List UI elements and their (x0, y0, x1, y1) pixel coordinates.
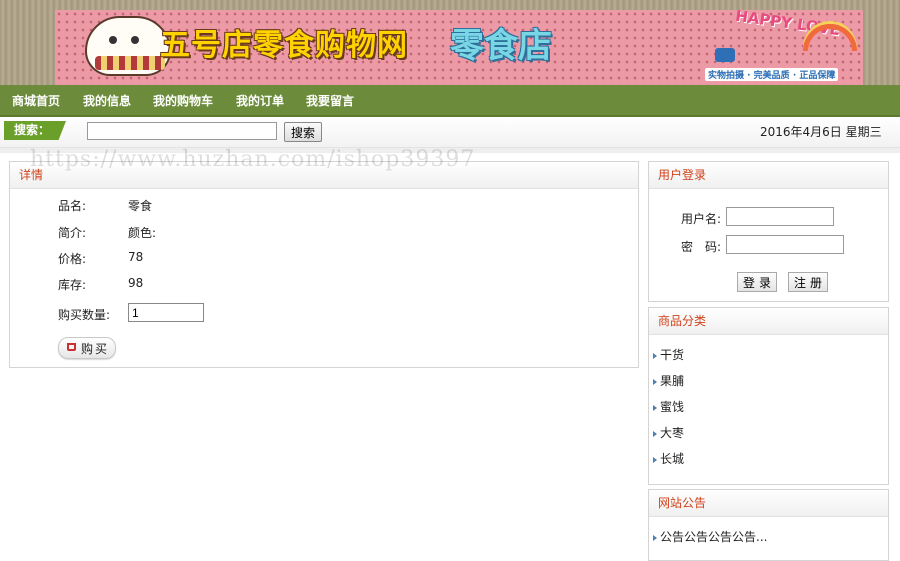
category-panel: 商品分类 干货 果脯 蜜饯 大枣 长城 (648, 307, 889, 485)
mascot-eye-icon (131, 36, 139, 44)
panel-title: 商品分类 (649, 308, 888, 335)
bullet-icon (653, 352, 657, 359)
buy-button[interactable]: 购买 (58, 337, 116, 359)
buy-button-label: 购买 (81, 342, 110, 356)
category-item-label: 果脯 (660, 374, 685, 388)
bullet-icon (653, 456, 657, 463)
login-panel: 用户登录 用户名: 密 码: 登录 注册 (648, 161, 889, 302)
category-item-label: 长城 (660, 452, 685, 466)
intro-value: 颜色: (128, 226, 157, 240)
banner-title: 五号店零食购物网 (160, 28, 408, 63)
category-item-label: 大枣 (660, 426, 685, 440)
search-label: 搜索： (4, 121, 66, 140)
search-button[interactable]: 搜索 (284, 122, 322, 142)
banner-image: 五号店零食购物网 零食店 HAPPY LOVE 实物拍摄 · 完美品质 · 正品… (55, 7, 863, 85)
banner-subtitle: 实物拍摄 · 完美品质 · 正品保障 (705, 68, 839, 81)
stock-value: 98 (128, 276, 144, 290)
category-item[interactable]: 蜜饯 (653, 398, 684, 415)
category-item[interactable]: 大枣 (653, 424, 684, 441)
nav-item-my-info[interactable]: 我的信息 (83, 85, 131, 115)
panel-title: 网站公告 (649, 490, 888, 517)
name-label: 品名: (58, 199, 87, 213)
notice-item[interactable]: 公告公告公告公告... (653, 528, 767, 545)
mascot-scarf-icon (95, 56, 165, 70)
quantity-input[interactable] (128, 303, 204, 322)
nav-item-orders[interactable]: 我的订单 (236, 85, 284, 115)
bullet-icon (653, 430, 657, 437)
username-label: 用户名: (681, 212, 722, 226)
panel-title: 详情 (10, 162, 638, 189)
nav-item-home[interactable]: 商城首页 (12, 85, 60, 115)
product-detail-panel: 详情 品名: 零食 简介: 颜色: 价格: 78 库存: 98 购买数量: 购买 (9, 161, 639, 368)
intro-label: 简介: (58, 226, 87, 240)
bullet-icon (653, 378, 657, 385)
bullet-icon (653, 534, 657, 541)
bullet-icon (653, 404, 657, 411)
password-label: 密 码: (681, 240, 722, 254)
category-item[interactable]: 干货 (653, 346, 684, 363)
mascot-icon (85, 16, 171, 76)
password-input[interactable] (726, 235, 844, 254)
username-input[interactable] (726, 207, 834, 226)
stock-label: 库存: (58, 278, 87, 292)
name-value: 零食 (128, 199, 153, 213)
price-label: 价格: (58, 252, 87, 266)
nav-item-cart[interactable]: 我的购物车 (153, 85, 213, 115)
mascot-eye-icon (109, 36, 117, 44)
main-nav: 商城首页 我的信息 我的购物车 我的订单 我要留言 (0, 85, 900, 117)
category-item[interactable]: 果脯 (653, 372, 684, 389)
notice-panel: 网站公告 公告公告公告公告... (648, 489, 889, 561)
search-input[interactable] (87, 122, 277, 140)
panel-title: 用户登录 (649, 162, 888, 189)
divider (0, 148, 900, 153)
current-date: 2016年4月6日 星期三 (760, 125, 882, 139)
category-item[interactable]: 长城 (653, 450, 684, 467)
camera-icon (715, 48, 735, 62)
cart-icon (67, 343, 76, 351)
site-banner: 五号店零食购物网 零食店 HAPPY LOVE 实物拍摄 · 完美品质 · 正品… (0, 0, 900, 85)
price-value: 78 (128, 250, 144, 264)
quantity-label: 购买数量: (58, 308, 111, 322)
nav-item-message[interactable]: 我要留言 (306, 85, 354, 115)
category-item-label: 蜜饯 (660, 400, 685, 414)
banner-big-title: 零食店 (450, 26, 552, 66)
notice-item-label: 公告公告公告公告... (660, 530, 768, 544)
category-item-label: 干货 (660, 348, 685, 362)
search-bar: 搜索： 搜索 2016年4月6日 星期三 (0, 117, 900, 148)
register-button[interactable]: 注册 (788, 272, 828, 292)
login-button[interactable]: 登录 (737, 272, 777, 292)
